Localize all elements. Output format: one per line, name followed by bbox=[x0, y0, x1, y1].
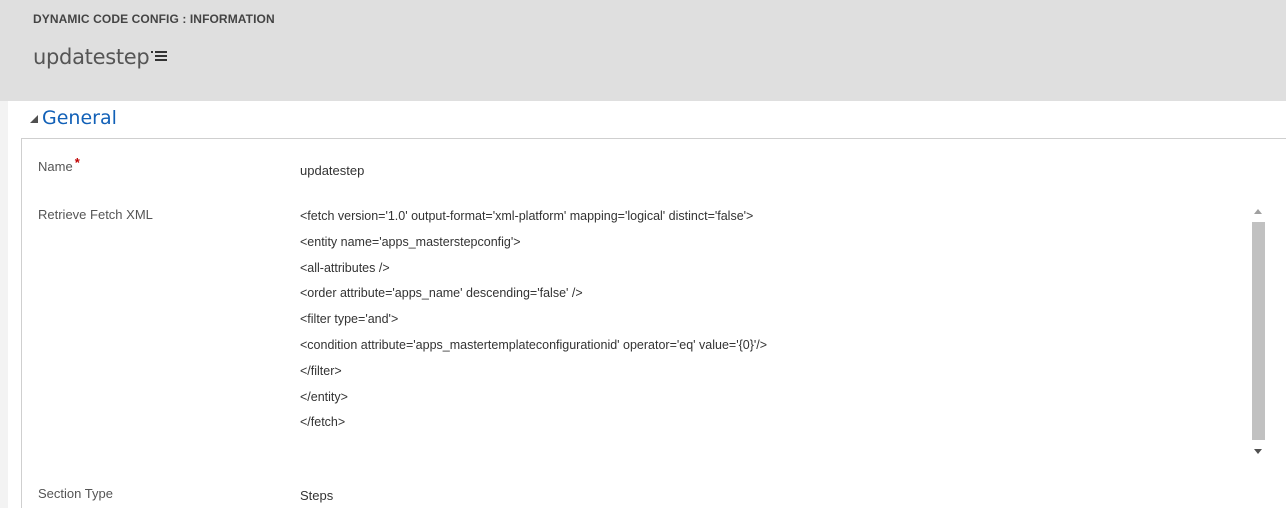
xml-line: <all-attributes /> bbox=[300, 260, 390, 275]
xml-line: <order attribute='apps_name' descending=… bbox=[300, 286, 583, 301]
xml-line: <condition attribute='apps_mastertemplat… bbox=[300, 337, 768, 352]
section-header-general[interactable]: General bbox=[30, 104, 117, 132]
xml-line: <entity name='apps_masterstepconfig'> bbox=[300, 234, 521, 249]
xml-line: <fetch version='1.0' output-format='xml-… bbox=[300, 209, 754, 223]
xml-line: </filter> bbox=[300, 363, 342, 378]
section-type-field-label: Section Type bbox=[38, 486, 113, 501]
left-strip bbox=[0, 101, 8, 508]
xml-scrollbar[interactable] bbox=[1250, 204, 1266, 463]
name-label-text: Name bbox=[38, 159, 73, 174]
xml-line: <filter type='and'> bbox=[300, 312, 399, 327]
name-field-value[interactable]: updatestep bbox=[300, 163, 364, 178]
fetch-xml-textarea[interactable]: <fetch version='1.0' output-format='xml-… bbox=[300, 204, 1250, 464]
fetch-xml-field-label: Retrieve Fetch XML bbox=[38, 207, 153, 222]
entity-label: DYNAMIC CODE CONFIG : INFORMATION bbox=[33, 12, 275, 26]
scroll-up-arrow-icon[interactable] bbox=[1254, 209, 1262, 214]
required-marker: * bbox=[74, 155, 80, 170]
scroll-thumb[interactable] bbox=[1252, 222, 1265, 440]
section-title: General bbox=[42, 107, 117, 129]
list-menu-icon[interactable] bbox=[150, 47, 168, 65]
collapse-triangle-icon[interactable] bbox=[30, 115, 38, 123]
name-field-label: Name * bbox=[38, 155, 80, 174]
form-header: DYNAMIC CODE CONFIG : INFORMATION update… bbox=[0, 0, 1286, 101]
section-type-field-value[interactable]: Steps bbox=[300, 488, 333, 503]
scroll-down-arrow-icon[interactable] bbox=[1254, 449, 1262, 454]
xml-line: </fetch> bbox=[300, 415, 346, 430]
record-title: updatestep bbox=[33, 45, 150, 69]
xml-line: </entity> bbox=[300, 389, 348, 404]
